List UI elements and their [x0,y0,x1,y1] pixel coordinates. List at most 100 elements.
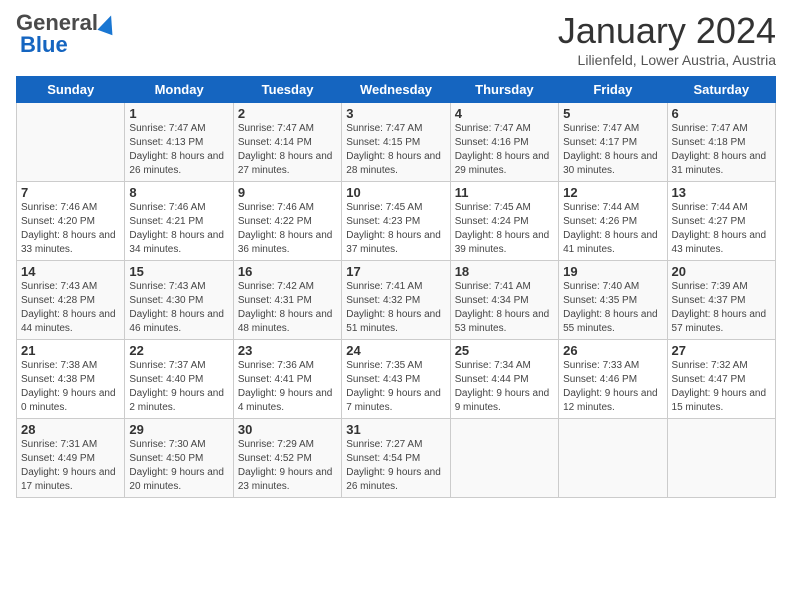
day-info: Sunrise: 7:47 AMSunset: 4:18 PMDaylight:… [672,122,771,178]
calendar-week-row: 7Sunrise: 7:46 AMSunset: 4:20 PMDaylight… [17,182,776,261]
calendar-cell: 22Sunrise: 7:37 AMSunset: 4:40 PMDayligh… [125,340,233,419]
day-number: 20 [672,264,771,279]
day-info: Sunrise: 7:29 AMSunset: 4:52 PMDaylight:… [238,438,337,494]
calendar-cell: 15Sunrise: 7:43 AMSunset: 4:30 PMDayligh… [125,261,233,340]
day-info: Sunrise: 7:33 AMSunset: 4:46 PMDaylight:… [563,359,662,415]
day-number: 28 [21,422,120,437]
calendar-cell: 14Sunrise: 7:43 AMSunset: 4:28 PMDayligh… [17,261,125,340]
weekday-header-sunday: Sunday [17,77,125,103]
calendar-cell: 17Sunrise: 7:41 AMSunset: 4:32 PMDayligh… [342,261,450,340]
weekday-header-monday: Monday [125,77,233,103]
day-info: Sunrise: 7:45 AMSunset: 4:24 PMDaylight:… [455,201,554,257]
calendar-cell: 31Sunrise: 7:27 AMSunset: 4:54 PMDayligh… [342,419,450,498]
day-number: 8 [129,185,228,200]
page-header: General Blue January 2024 Lilienfeld, Lo… [16,10,776,68]
page-container: General Blue January 2024 Lilienfeld, Lo… [0,0,792,508]
day-info: Sunrise: 7:35 AMSunset: 4:43 PMDaylight:… [346,359,445,415]
calendar-week-row: 28Sunrise: 7:31 AMSunset: 4:49 PMDayligh… [17,419,776,498]
calendar-cell: 1Sunrise: 7:47 AMSunset: 4:13 PMDaylight… [125,103,233,182]
weekday-header-saturday: Saturday [667,77,775,103]
day-number: 25 [455,343,554,358]
day-number: 30 [238,422,337,437]
location-text: Lilienfeld, Lower Austria, Austria [558,52,776,68]
day-info: Sunrise: 7:47 AMSunset: 4:17 PMDaylight:… [563,122,662,178]
calendar-cell: 6Sunrise: 7:47 AMSunset: 4:18 PMDaylight… [667,103,775,182]
day-number: 6 [672,106,771,121]
day-number: 7 [21,185,120,200]
day-info: Sunrise: 7:32 AMSunset: 4:47 PMDaylight:… [672,359,771,415]
calendar-cell: 25Sunrise: 7:34 AMSunset: 4:44 PMDayligh… [450,340,558,419]
day-info: Sunrise: 7:31 AMSunset: 4:49 PMDaylight:… [21,438,120,494]
day-number: 24 [346,343,445,358]
calendar-week-row: 21Sunrise: 7:38 AMSunset: 4:38 PMDayligh… [17,340,776,419]
day-number: 15 [129,264,228,279]
day-info: Sunrise: 7:44 AMSunset: 4:27 PMDaylight:… [672,201,771,257]
calendar-cell: 26Sunrise: 7:33 AMSunset: 4:46 PMDayligh… [559,340,667,419]
day-number: 19 [563,264,662,279]
day-number: 2 [238,106,337,121]
calendar-cell: 4Sunrise: 7:47 AMSunset: 4:16 PMDaylight… [450,103,558,182]
day-number: 3 [346,106,445,121]
calendar-cell: 12Sunrise: 7:44 AMSunset: 4:26 PMDayligh… [559,182,667,261]
month-title: January 2024 [558,10,776,52]
day-info: Sunrise: 7:46 AMSunset: 4:20 PMDaylight:… [21,201,120,257]
day-number: 17 [346,264,445,279]
calendar-cell [559,419,667,498]
day-info: Sunrise: 7:44 AMSunset: 4:26 PMDaylight:… [563,201,662,257]
calendar-cell: 11Sunrise: 7:45 AMSunset: 4:24 PMDayligh… [450,182,558,261]
day-info: Sunrise: 7:30 AMSunset: 4:50 PMDaylight:… [129,438,228,494]
calendar-cell: 19Sunrise: 7:40 AMSunset: 4:35 PMDayligh… [559,261,667,340]
logo-triangle-icon [97,13,118,35]
day-info: Sunrise: 7:41 AMSunset: 4:34 PMDaylight:… [455,280,554,336]
day-number: 21 [21,343,120,358]
calendar-cell: 7Sunrise: 7:46 AMSunset: 4:20 PMDaylight… [17,182,125,261]
day-number: 22 [129,343,228,358]
day-info: Sunrise: 7:38 AMSunset: 4:38 PMDaylight:… [21,359,120,415]
calendar-cell: 30Sunrise: 7:29 AMSunset: 4:52 PMDayligh… [233,419,341,498]
day-number: 1 [129,106,228,121]
day-number: 26 [563,343,662,358]
calendar-header-row: SundayMondayTuesdayWednesdayThursdayFrid… [17,77,776,103]
calendar-cell: 29Sunrise: 7:30 AMSunset: 4:50 PMDayligh… [125,419,233,498]
day-info: Sunrise: 7:40 AMSunset: 4:35 PMDaylight:… [563,280,662,336]
calendar-cell: 18Sunrise: 7:41 AMSunset: 4:34 PMDayligh… [450,261,558,340]
day-info: Sunrise: 7:39 AMSunset: 4:37 PMDaylight:… [672,280,771,336]
calendar-cell: 2Sunrise: 7:47 AMSunset: 4:14 PMDaylight… [233,103,341,182]
day-number: 29 [129,422,228,437]
calendar-table: SundayMondayTuesdayWednesdayThursdayFrid… [16,76,776,498]
calendar-cell: 21Sunrise: 7:38 AMSunset: 4:38 PMDayligh… [17,340,125,419]
day-number: 18 [455,264,554,279]
day-info: Sunrise: 7:47 AMSunset: 4:16 PMDaylight:… [455,122,554,178]
day-info: Sunrise: 7:47 AMSunset: 4:15 PMDaylight:… [346,122,445,178]
day-info: Sunrise: 7:43 AMSunset: 4:30 PMDaylight:… [129,280,228,336]
calendar-cell: 3Sunrise: 7:47 AMSunset: 4:15 PMDaylight… [342,103,450,182]
day-info: Sunrise: 7:47 AMSunset: 4:13 PMDaylight:… [129,122,228,178]
day-info: Sunrise: 7:34 AMSunset: 4:44 PMDaylight:… [455,359,554,415]
day-number: 23 [238,343,337,358]
day-number: 9 [238,185,337,200]
day-number: 13 [672,185,771,200]
day-number: 10 [346,185,445,200]
calendar-cell: 23Sunrise: 7:36 AMSunset: 4:41 PMDayligh… [233,340,341,419]
day-number: 4 [455,106,554,121]
day-info: Sunrise: 7:46 AMSunset: 4:21 PMDaylight:… [129,201,228,257]
day-info: Sunrise: 7:27 AMSunset: 4:54 PMDaylight:… [346,438,445,494]
logo-blue-text: Blue [20,32,68,58]
calendar-cell: 13Sunrise: 7:44 AMSunset: 4:27 PMDayligh… [667,182,775,261]
day-info: Sunrise: 7:46 AMSunset: 4:22 PMDaylight:… [238,201,337,257]
calendar-cell: 9Sunrise: 7:46 AMSunset: 4:22 PMDaylight… [233,182,341,261]
day-info: Sunrise: 7:47 AMSunset: 4:14 PMDaylight:… [238,122,337,178]
logo: General Blue [16,10,116,58]
weekday-header-friday: Friday [559,77,667,103]
day-info: Sunrise: 7:42 AMSunset: 4:31 PMDaylight:… [238,280,337,336]
title-section: January 2024 Lilienfeld, Lower Austria, … [558,10,776,68]
weekday-header-wednesday: Wednesday [342,77,450,103]
day-number: 14 [21,264,120,279]
day-info: Sunrise: 7:41 AMSunset: 4:32 PMDaylight:… [346,280,445,336]
calendar-cell: 8Sunrise: 7:46 AMSunset: 4:21 PMDaylight… [125,182,233,261]
day-number: 11 [455,185,554,200]
day-number: 27 [672,343,771,358]
day-info: Sunrise: 7:36 AMSunset: 4:41 PMDaylight:… [238,359,337,415]
day-info: Sunrise: 7:43 AMSunset: 4:28 PMDaylight:… [21,280,120,336]
calendar-cell: 28Sunrise: 7:31 AMSunset: 4:49 PMDayligh… [17,419,125,498]
